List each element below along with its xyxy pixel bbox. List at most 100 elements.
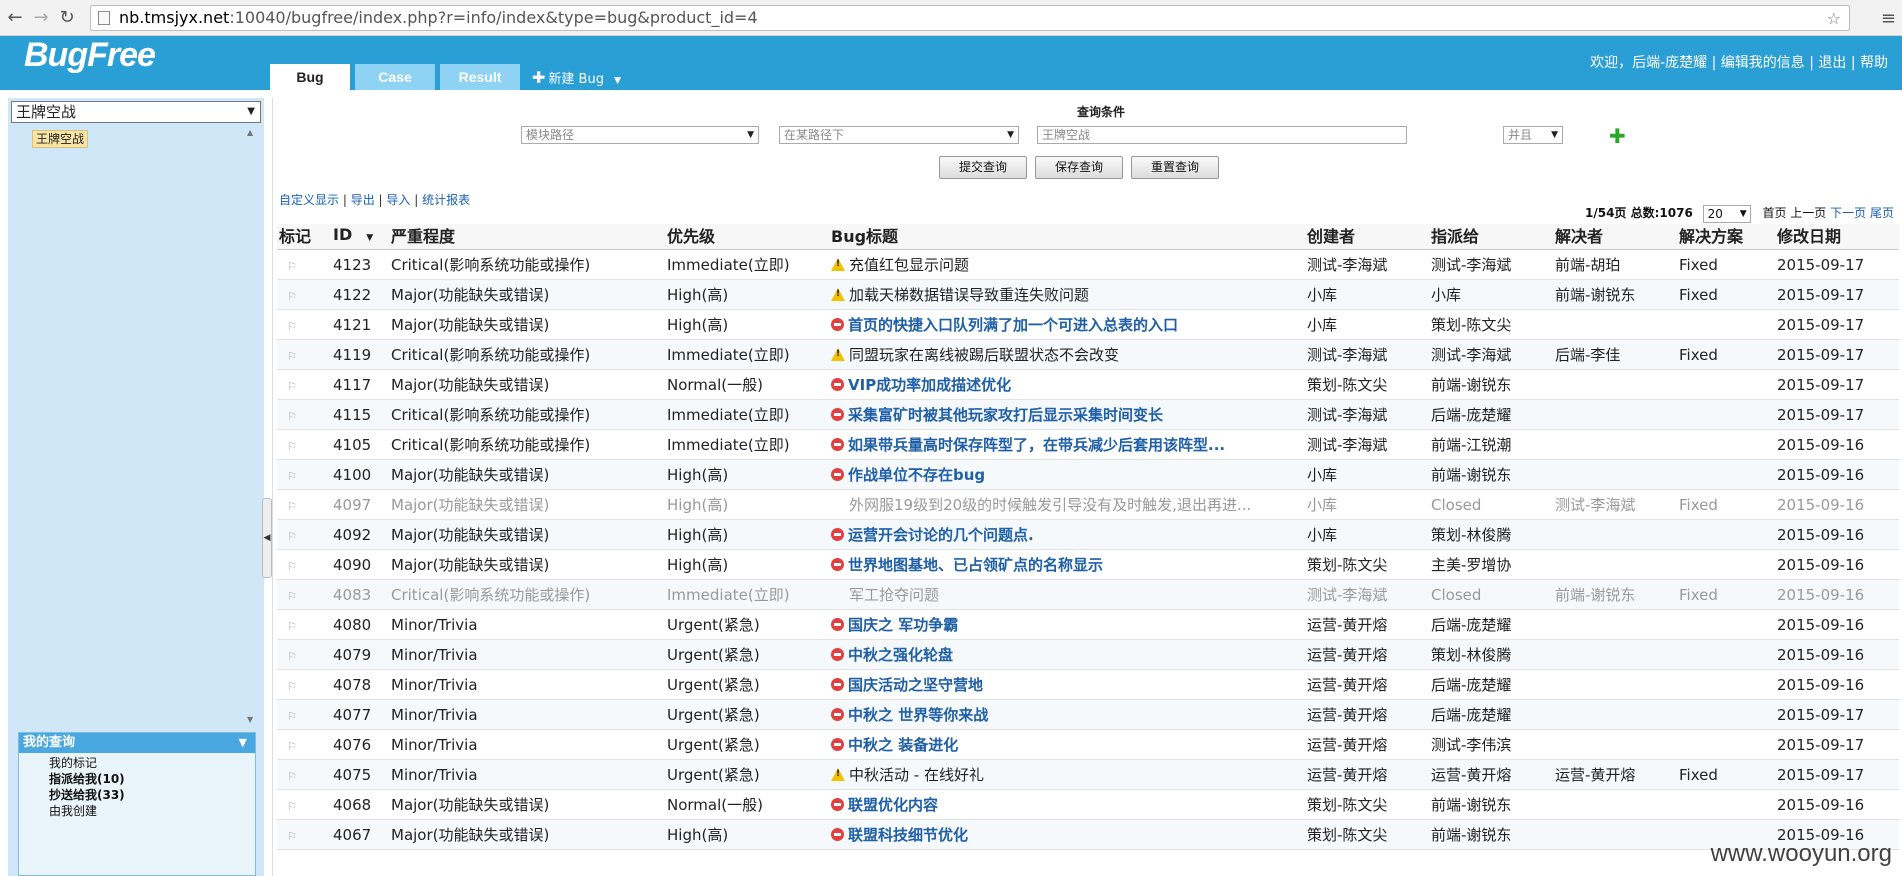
query-logic-select[interactable]: 并且 ▼ <box>1503 126 1563 144</box>
bug-title-link[interactable]: 联盟科技细节优化 <box>848 826 968 844</box>
table-row[interactable]: ⚐ 4076 Minor/Trivia Urgent(紧急) 中秋之 装备进化 运营-黄开… <box>277 729 1899 760</box>
bug-title-link[interactable]: 充值红包显示问题 <box>849 256 969 274</box>
query-value-input[interactable]: 王牌空战 <box>1037 126 1407 144</box>
sidebar-toggle-handle[interactable]: ◀ <box>262 498 272 578</box>
bug-title-link[interactable]: 首页的快捷入口队列满了加一个可进入总表的入口 <box>848 316 1178 334</box>
import-link[interactable]: 导入 <box>386 193 410 207</box>
tab-bug[interactable]: Bug <box>270 64 350 90</box>
table-row[interactable]: ⚐ 4068 Major(功能缺失或错误) Normal(一般) 联盟优化内容 策划-陈文… <box>277 789 1899 820</box>
add-condition-icon[interactable]: ✚ <box>1609 124 1626 148</box>
table-row[interactable]: ⚐ 4097 Major(功能缺失或错误) High(高) 外网服19级到20级的时候触… <box>277 489 1899 520</box>
table-row[interactable]: ⚐ 4077 Minor/Trivia Urgent(紧急) 中秋之 世界等你来战 运营-… <box>277 699 1899 730</box>
bug-title-link[interactable]: 加载天梯数据错误导致重连失败问题 <box>849 286 1089 304</box>
table-row[interactable]: ⚐ 4122Major(功能缺失或错误)High(高) 加载天梯数据错误导致重连失败… <box>277 279 1899 310</box>
col-id[interactable]: ID ▼ <box>331 224 389 250</box>
table-row[interactable]: ⚐ 4100 Major(功能缺失或错误) High(高) 作战单位不存在bug 小库 前端… <box>277 459 1899 490</box>
flag-icon[interactable]: ⚐ <box>279 470 305 483</box>
flag-icon[interactable]: ⚐ <box>279 380 305 393</box>
flag-icon[interactable]: ⚐ <box>279 800 305 813</box>
scroll-down-icon[interactable]: ▼ <box>247 715 253 724</box>
table-row[interactable]: ⚐ 4075Minor/TriviaUrgent(紧急) 中秋活动 - 在线好礼 运营… <box>277 759 1899 790</box>
flag-icon[interactable]: ⚐ <box>279 830 305 843</box>
sidebar-scrollbar[interactable]: ▲ ▼ <box>245 126 261 726</box>
table-row[interactable]: ⚐ 4123Critical(影响系统功能或操作)Immediate(立即) 充值红… <box>277 249 1899 280</box>
col-severity[interactable]: 严重程度 <box>389 224 665 250</box>
bug-title-link[interactable]: 中秋之 世界等你来战 <box>848 706 988 724</box>
col-mark[interactable]: 标记 <box>277 224 331 250</box>
col-creator[interactable]: 创建者 <box>1305 224 1429 250</box>
report-link[interactable]: 统计报表 <box>422 193 470 207</box>
back-icon[interactable]: ← <box>4 7 26 29</box>
table-row[interactable]: ⚐ 4092 Major(功能缺失或错误) High(高) 运营开会讨论的几个问题点. 小… <box>277 519 1899 550</box>
new-bug-button[interactable]: ✚ 新建 Bug ▼ <box>532 66 621 93</box>
save-query-button[interactable]: 保存查询 <box>1035 156 1123 179</box>
query-field-select[interactable]: 模块路径 ▼ <box>521 126 759 144</box>
flag-icon[interactable]: ⚐ <box>279 740 305 753</box>
module-tree-node[interactable]: 王牌空战 <box>32 130 89 148</box>
query-cc-to-me[interactable]: 抄送给我(33) <box>49 787 255 803</box>
next-page-link[interactable]: 下一页 <box>1830 206 1866 220</box>
bug-title-link[interactable]: 外网服19级到20级的时候触发引导没有及时触发,退出再进... <box>831 496 1251 514</box>
flag-icon[interactable]: ⚐ <box>279 440 305 453</box>
bug-title-link[interactable]: VIP成功率加成描述优化 <box>848 376 1011 394</box>
bug-title-link[interactable]: 中秋活动 - 在线好礼 <box>849 766 984 784</box>
flag-icon[interactable]: ⚐ <box>279 590 305 603</box>
forward-icon[interactable]: → <box>30 7 52 29</box>
bug-title-link[interactable]: 世界地图基地、已占领矿点的名称显示 <box>848 556 1103 574</box>
table-row[interactable]: ⚐ 4117 Major(功能缺失或错误) Normal(一般) VIP成功率加成描述优… <box>277 369 1899 400</box>
bug-title-link[interactable]: 中秋之强化轮盘 <box>848 646 953 664</box>
table-row[interactable]: ⚐ 4079 Minor/Trivia Urgent(紧急) 中秋之强化轮盘 运营-黄开熔… <box>277 639 1899 670</box>
custom-display-link[interactable]: 自定义显示 <box>279 193 339 207</box>
table-row[interactable]: ⚐ 4119Critical(影响系统功能或操作)Immediate(立即) 同盟玩… <box>277 339 1899 370</box>
bookmark-star-icon[interactable]: ☆ <box>1827 7 1841 31</box>
table-row[interactable]: ⚐ 4083 Critical(影响系统功能或操作) Immediate(立即) 军工抢… <box>277 579 1899 610</box>
col-priority[interactable]: 优先级 <box>665 224 829 250</box>
menu-icon[interactable]: ≡ <box>1881 8 1896 29</box>
bug-title-link[interactable]: 采集富矿时被其他玩家攻打后显示采集时间变长 <box>848 406 1163 424</box>
table-row[interactable]: ⚐ 4078 Minor/Trivia Urgent(紧急) 国庆活动之坚守营地 运营-黄… <box>277 669 1899 700</box>
col-title[interactable]: Bug标题 <box>829 224 1305 250</box>
flag-icon[interactable]: ⚐ <box>279 260 305 273</box>
flag-icon[interactable]: ⚐ <box>279 320 305 333</box>
product-select[interactable]: 王牌空战 ▼ <box>11 101 261 123</box>
flag-icon[interactable]: ⚐ <box>279 770 305 783</box>
query-operator-select[interactable]: 在某路径下 ▼ <box>779 126 1019 144</box>
flag-icon[interactable]: ⚐ <box>279 350 305 363</box>
table-row[interactable]: ⚐ 4080 Minor/Trivia Urgent(紧急) 国庆之 军功争霸 运营-黄开… <box>277 609 1899 640</box>
query-created-by-me[interactable]: 由我创建 <box>49 803 255 819</box>
bug-title-link[interactable]: 联盟优化内容 <box>848 796 938 814</box>
flag-icon[interactable]: ⚐ <box>279 410 305 423</box>
bug-title-link[interactable]: 如果带兵量高时保存阵型了，在带兵减少后套用该阵型... <box>848 436 1225 454</box>
reset-query-button[interactable]: 重置查询 <box>1131 156 1219 179</box>
flag-icon[interactable]: ⚐ <box>279 500 305 513</box>
export-link[interactable]: 导出 <box>351 193 375 207</box>
col-resolution[interactable]: 解决方案 <box>1677 224 1775 250</box>
bug-title-link[interactable]: 国庆之 军功争霸 <box>848 616 958 634</box>
bug-title-link[interactable]: 国庆活动之坚守营地 <box>848 676 983 694</box>
page-size-select[interactable]: 20 ▼ <box>1702 204 1751 223</box>
flag-icon[interactable]: ⚐ <box>279 650 305 663</box>
chevron-down-icon[interactable]: ▼ <box>614 76 621 86</box>
query-assigned-to-me[interactable]: 指派给我(10) <box>49 771 255 787</box>
table-row[interactable]: ⚐ 4115 Critical(影响系统功能或操作) Immediate(立即) 采集富… <box>277 399 1899 430</box>
table-row[interactable]: ⚐ 4105 Critical(影响系统功能或操作) Immediate(立即) 如果带… <box>277 429 1899 460</box>
flag-icon[interactable]: ⚐ <box>279 710 305 723</box>
user-links[interactable]: 欢迎，后端-庞楚耀 | 编辑我的信息 | 退出 | 帮助 <box>1590 52 1888 72</box>
bug-title-link[interactable]: 作战单位不存在bug <box>848 466 985 484</box>
bug-title-link[interactable]: 军工抢夺问题 <box>831 586 939 604</box>
last-page-link[interactable]: 尾页 <box>1870 206 1894 220</box>
query-my-marks[interactable]: 我的标记 <box>49 755 255 771</box>
flag-icon[interactable]: ⚐ <box>279 290 305 303</box>
col-resolver[interactable]: 解决者 <box>1553 224 1677 250</box>
flag-icon[interactable]: ⚐ <box>279 620 305 633</box>
flag-icon[interactable]: ⚐ <box>279 680 305 693</box>
my-query-header[interactable]: 我的查询 ▼ <box>19 733 255 753</box>
tab-result[interactable]: Result <box>440 64 520 90</box>
col-date[interactable]: 修改日期 <box>1775 224 1899 250</box>
flag-icon[interactable]: ⚐ <box>279 560 305 573</box>
bug-title-link[interactable]: 同盟玩家在离线被踢后联盟状态不会改变 <box>849 346 1119 364</box>
col-assigned[interactable]: 指派给 <box>1429 224 1553 250</box>
address-bar[interactable]: nb.tmsjyx.net:10040/bugfree/index.php?r=… <box>90 5 1850 31</box>
tab-case[interactable]: Case <box>355 64 435 90</box>
scroll-up-icon[interactable]: ▲ <box>247 128 253 137</box>
